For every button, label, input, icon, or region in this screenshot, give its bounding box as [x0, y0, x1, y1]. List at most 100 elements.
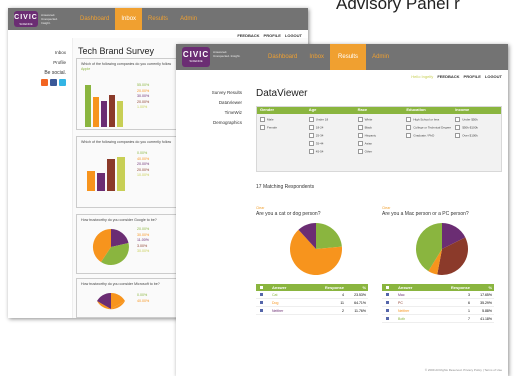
slide-title: Advisory Panel r [336, 0, 460, 13]
nav-dashboard[interactable]: Dashboard [74, 8, 115, 30]
filter-checkbox[interactable]: Graduate / PhD [406, 133, 452, 138]
percent-cell: 17.65% [480, 292, 492, 297]
page-title: Tech Brand Survey [78, 46, 155, 56]
filter-checkbox[interactable]: High School or less [406, 117, 452, 122]
facebook-icon[interactable] [50, 79, 57, 86]
checkbox-icon[interactable] [382, 300, 398, 305]
sidebar-item-timewiz[interactable]: TimeWiz [180, 110, 242, 115]
mac-pc-pie-chart [416, 223, 468, 275]
util-feedback[interactable]: FEEDBACK [437, 74, 459, 79]
response-cell: 2 [342, 308, 344, 313]
util-logout[interactable]: LOGOUT [485, 74, 502, 79]
filter-col-education: High School or less College or Technical… [403, 114, 452, 154]
filter-checkbox[interactable]: Asian [358, 141, 404, 146]
nav-dashboard[interactable]: Dashboard [262, 44, 303, 70]
percent-cell: 11.76% [354, 308, 366, 313]
clear-link[interactable]: Clear [382, 206, 390, 210]
sidebar-item-survey-results[interactable]: Survey Results [180, 90, 242, 95]
filter-col-race: White Black Hispanic Asian Other [355, 114, 404, 154]
twitter-icon[interactable] [59, 79, 66, 86]
sidebar-item-inbox[interactable]: Inbox [18, 50, 66, 55]
percent-cell: 35.29% [480, 300, 492, 305]
filter-checkbox[interactable]: 35-44 [309, 141, 355, 146]
pct-list: 55.00% 20.00% 30.00% 20.00% 1.00% [137, 83, 150, 110]
checkbox-icon[interactable] [382, 316, 398, 321]
answer-cell: Neither [398, 308, 410, 313]
response-cell: 4 [342, 292, 344, 297]
nav-inbox[interactable]: Inbox [303, 44, 330, 70]
header-response: Response [324, 285, 344, 290]
filter-checkbox[interactable]: $50k-$100k [455, 125, 501, 130]
civic-science-logo[interactable]: CIVIC SCIENCE [182, 47, 210, 67]
question-text: How trustworthy do you consider Google t… [81, 218, 157, 222]
percent-cell: 23.53% [354, 292, 366, 297]
question-text: How trustworthy do you consider Microsof… [81, 282, 160, 286]
pie-chart [92, 228, 129, 266]
filter-checkbox[interactable]: Black [358, 125, 404, 130]
header-answer: Answer [272, 285, 287, 290]
table-row[interactable]: PC 6 35.29% [382, 299, 494, 307]
sidebar-item-demographics[interactable]: Demographics [180, 120, 242, 125]
pie-chart [97, 293, 125, 310]
question-text: Which of the following companies do you … [81, 62, 172, 66]
response-cell: 1 [468, 308, 470, 313]
filter-header-income: Income [455, 107, 470, 112]
table-row[interactable]: Neither 1 5.88% [382, 307, 494, 315]
checkbox-icon[interactable] [256, 308, 272, 313]
table-row[interactable]: Neither 2 11.76% [256, 307, 368, 315]
nav-results[interactable]: Results [142, 8, 174, 30]
chart-question: Are you a Mac person or a PC person? [382, 211, 469, 217]
pct-list: 20.00% 30.00% 11.00% 3.00% 30.00% [137, 227, 150, 254]
nav-admin[interactable]: Admin [366, 44, 395, 70]
rss-icon[interactable] [41, 79, 48, 86]
mac-pc-response-table: Answer Response % Mac 3 17.65% PC 6 35.2… [382, 284, 494, 323]
filter-checkbox[interactable]: 45-54 [309, 149, 355, 154]
nav-results[interactable]: Results [330, 44, 367, 70]
sidebar-item-profile[interactable]: Profile [18, 60, 66, 65]
sidebar-item-dataviewer[interactable]: DataViewer [180, 100, 242, 105]
page-title: DataViewer [256, 88, 308, 99]
checkbox-icon[interactable] [256, 300, 272, 305]
main-nav: Dashboard Inbox Results Admin [262, 44, 395, 70]
table-row[interactable]: Mac 3 17.65% [382, 291, 494, 299]
pie-slice-cat [316, 223, 342, 249]
main-nav: Dashboard Inbox Results Admin [74, 8, 203, 30]
clear-link[interactable]: Clear [256, 206, 264, 210]
civic-science-logo[interactable]: CIVIC SCIENCE [14, 11, 38, 27]
filter-header: Gender Age Race Education Income [257, 107, 501, 114]
filter-checkbox[interactable]: Under $50k [455, 117, 501, 122]
bar [97, 173, 105, 191]
filter-checkbox[interactable]: Over $100k [455, 133, 501, 138]
filter-checkbox[interactable]: 25-34 [309, 133, 355, 138]
checkbox-icon[interactable] [256, 292, 272, 297]
percent-cell: 41.18% [480, 316, 492, 321]
filter-checkbox[interactable]: Other [358, 149, 404, 154]
filter-checkbox[interactable]: 18-24 [309, 125, 355, 130]
filter-checkbox[interactable]: Hispanic [358, 133, 404, 138]
util-profile[interactable]: PROFILE [464, 74, 481, 79]
social-icons [18, 79, 66, 86]
percent-cell: 64.71% [354, 300, 366, 305]
question-text: Which of the following companies do you … [81, 140, 172, 144]
chart-question: Are you a cat or dog person? [256, 211, 321, 217]
table-row[interactable]: Dog 11 64.71% [256, 299, 368, 307]
checkbox-icon[interactable] [382, 308, 398, 313]
filter-checkbox[interactable]: Male [260, 117, 306, 122]
filter-col-age: Under 18 18-24 25-34 35-44 45-54 [306, 114, 355, 154]
table-row[interactable]: Both 7 41.18% [382, 315, 494, 323]
table-row[interactable]: Cat 4 23.53% [256, 291, 368, 299]
response-cell: 6 [468, 300, 470, 305]
filter-checkbox[interactable]: Female [260, 125, 306, 130]
answer-cell: Cat [272, 292, 278, 297]
filter-body: Male Female Under 18 18-24 25-34 35-44 4… [257, 114, 501, 154]
checkbox-icon[interactable] [382, 292, 398, 297]
nav-admin[interactable]: Admin [174, 8, 203, 30]
filter-checkbox[interactable]: College or Technical Degree [406, 125, 452, 130]
filter-checkbox[interactable]: Under 18 [309, 117, 355, 122]
bar [93, 97, 99, 127]
filter-checkbox[interactable]: White [358, 117, 404, 122]
nav-inbox[interactable]: Inbox [115, 8, 143, 30]
question-link[interactable]: Apple [81, 67, 90, 71]
header-response: Response [450, 285, 470, 290]
filter-header-gender: Gender [260, 107, 275, 112]
